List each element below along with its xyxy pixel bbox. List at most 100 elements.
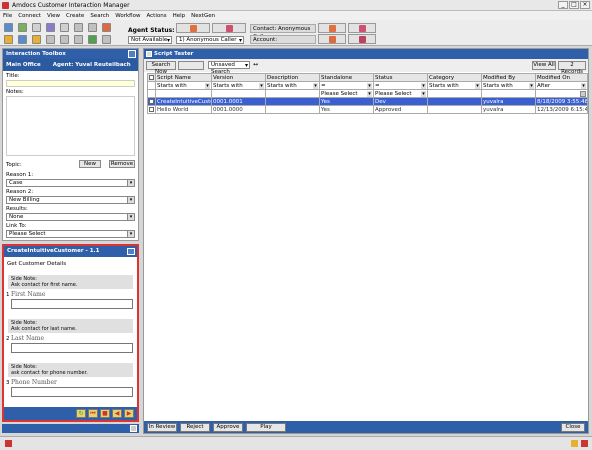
row-2-checkbox[interactable] (149, 106, 154, 112)
transfer-button[interactable] (212, 23, 246, 33)
filter-op-category[interactable]: Starts with (427, 81, 482, 90)
agent-status-select[interactable]: Not Available (128, 36, 172, 44)
topic-remove-button[interactable]: Remove (109, 160, 135, 168)
filter-op-standalone-value[interactable]: = (321, 82, 372, 89)
filter-op-status[interactable]: = (373, 81, 428, 90)
status-alert-icon[interactable] (5, 440, 12, 447)
topic-new-button[interactable]: New (79, 160, 101, 168)
row-1-script-name[interactable]: CreateIntuitiveCusto... (155, 97, 212, 106)
refresh-icon[interactable]: ↻ (76, 409, 86, 418)
phone-dial-button[interactable] (176, 23, 210, 33)
minimize-button[interactable]: _ (558, 1, 568, 9)
document-icon[interactable] (88, 23, 97, 32)
filter-value-description[interactable] (265, 89, 320, 98)
results-select[interactable]: None (6, 213, 135, 221)
filter-value-standalone-select[interactable]: Please Select (321, 90, 372, 97)
next-step-icon[interactable]: ▶ (124, 409, 134, 418)
filter-value-status[interactable]: Please Select (373, 89, 428, 98)
filter-op-modified-on[interactable]: After (535, 81, 588, 90)
column-header-description[interactable]: Description (265, 73, 320, 82)
filter-op-description[interactable]: Starts with (265, 81, 320, 90)
select-all-cell[interactable] (147, 73, 156, 82)
link-to-select[interactable]: Please Select (6, 230, 135, 238)
star-icon[interactable] (32, 35, 41, 44)
close-tester-button[interactable]: Close (561, 422, 585, 432)
search-now-button[interactable]: Search Now (146, 61, 176, 75)
filter-op-script-name-value[interactable]: Starts with (157, 82, 210, 89)
column-header-standalone[interactable]: Standalone (319, 73, 374, 82)
globe-icon[interactable] (88, 35, 97, 44)
row-2-script-name[interactable]: Hello World (155, 105, 212, 114)
tag-icon[interactable] (102, 23, 111, 32)
previous-step-icon[interactable]: ◀ (112, 409, 122, 418)
menu-actions[interactable]: Actions (146, 13, 166, 19)
last-name-input[interactable] (11, 343, 133, 353)
menu-connect[interactable]: Connect (18, 13, 41, 19)
table-row[interactable]: CreateIntuitiveCusto... 0001.0001 Yes De… (147, 97, 588, 106)
filter-op-script-name[interactable]: Starts with (155, 81, 212, 90)
column-header-modified-on[interactable]: Modified On (535, 73, 588, 82)
check-icon[interactable] (18, 23, 27, 32)
menu-view[interactable]: View (47, 13, 60, 19)
folder-icon[interactable] (4, 35, 13, 44)
account-action-button[interactable] (318, 34, 346, 44)
menu-workflow[interactable]: Workflow (115, 13, 140, 19)
approve-button[interactable]: Approve (213, 422, 243, 432)
home-icon[interactable] (18, 35, 27, 44)
menu-search[interactable]: Search (90, 13, 109, 19)
menu-nextgen[interactable]: NextGen (191, 13, 215, 19)
list-icon[interactable] (74, 23, 83, 32)
calendar-icon[interactable] (60, 35, 69, 44)
title-input[interactable] (6, 80, 135, 87)
reason2-select[interactable]: New Billing (6, 196, 135, 204)
maximize-button[interactable]: □ (569, 1, 579, 9)
filter-op-description-value[interactable]: Starts with (267, 82, 318, 89)
row-1-checkbox[interactable] (149, 98, 154, 104)
saved-search-select[interactable]: Unsaved Search (208, 61, 250, 75)
column-header-modified-by[interactable]: Modified By (481, 73, 536, 82)
filter-op-standalone[interactable]: = (319, 81, 374, 90)
select-all-checkbox[interactable] (149, 74, 154, 80)
table-row[interactable]: Hello World 0001.0000 Yes Approved yuval… (147, 105, 588, 114)
filter-value-category[interactable] (427, 89, 482, 98)
column-header-status[interactable]: Status (373, 73, 428, 82)
play-button[interactable]: Play (246, 422, 286, 432)
filter-op-modified-by[interactable]: Starts with (481, 81, 536, 90)
contact-action-button[interactable] (318, 23, 346, 33)
mail-icon[interactable] (74, 35, 83, 44)
menu-help[interactable]: Help (173, 13, 186, 19)
reason1-select[interactable]: Case (6, 179, 135, 187)
filter-op-category-value[interactable]: Starts with (429, 82, 480, 89)
column-header-version[interactable]: Version (211, 73, 266, 82)
filter-value-script-name[interactable] (155, 89, 212, 98)
filter-value-modified-by[interactable] (481, 89, 536, 98)
search-options-button[interactable] (178, 61, 204, 70)
status-error-icon[interactable] (581, 440, 588, 447)
column-header-script-name[interactable]: Script Name (155, 73, 212, 82)
view-all-button[interactable]: View All (532, 61, 556, 70)
filter-value-modified-on[interactable] (535, 89, 588, 98)
notes-textarea[interactable] (6, 96, 135, 156)
contacts-icon[interactable] (46, 23, 55, 32)
menu-create[interactable]: Create (66, 13, 84, 19)
filter-op-status-value[interactable]: = (375, 82, 426, 89)
clipboard-icon[interactable] (46, 35, 55, 44)
edit-icon[interactable] (32, 23, 41, 32)
left-footer-close-icon[interactable] (130, 425, 137, 432)
script-panel-collapse-icon[interactable] (127, 248, 135, 255)
filter-value-status-select[interactable]: Please Select (375, 90, 426, 97)
menu-file[interactable]: File (3, 13, 12, 19)
row-1-select-cell[interactable] (147, 97, 156, 106)
caller-select[interactable]: 1) Anonymous Caller (176, 36, 244, 44)
contact-close-button[interactable] (348, 23, 376, 33)
filter-op-version[interactable]: Starts with (211, 81, 266, 90)
filter-value-version[interactable] (211, 89, 266, 98)
reject-button[interactable]: Reject (180, 422, 210, 432)
close-window-button[interactable]: × (580, 1, 590, 9)
account-close-button[interactable] (348, 34, 376, 44)
filter-op-modified-on-value[interactable]: After (537, 82, 586, 89)
toolbox-collapse-icon[interactable] (128, 50, 136, 58)
first-step-icon[interactable]: ⏮ (88, 409, 98, 418)
phone-icon[interactable] (4, 23, 13, 32)
grid-icon[interactable] (60, 23, 69, 32)
